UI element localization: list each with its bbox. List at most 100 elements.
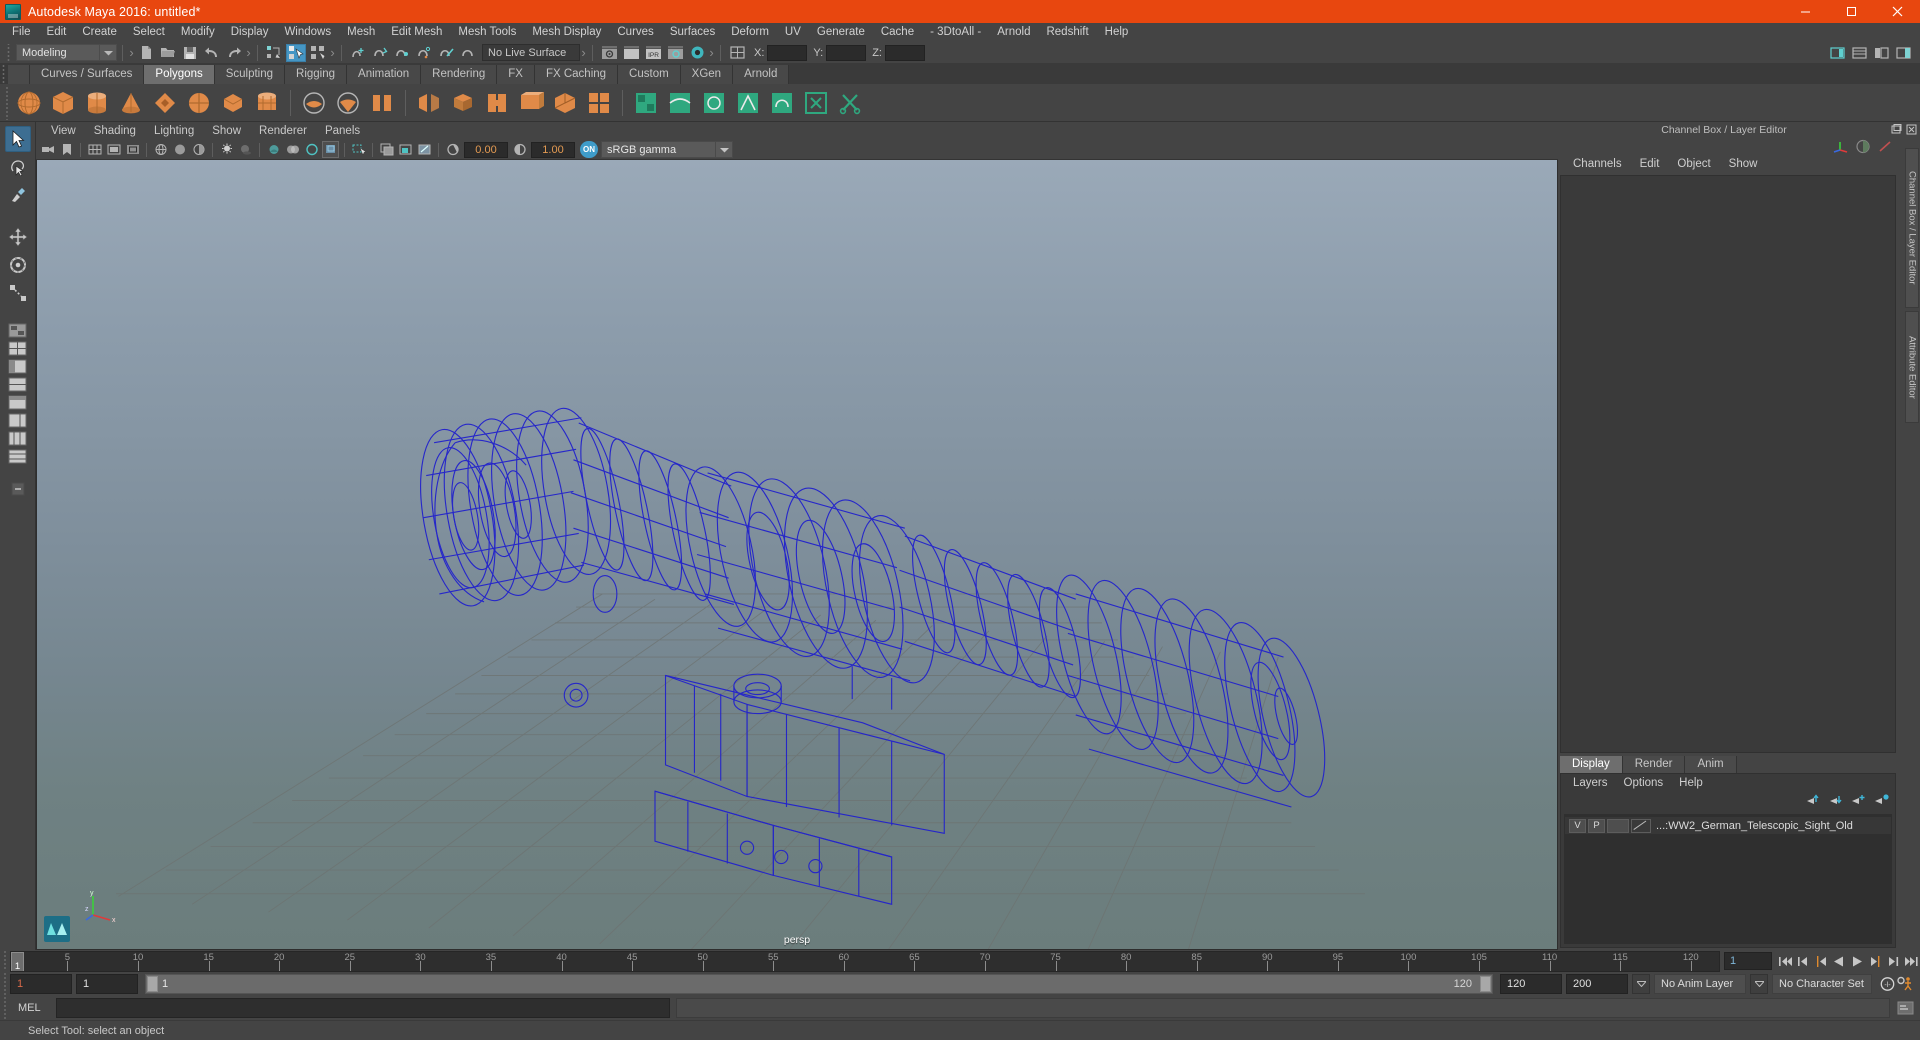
poly-cylinder-icon[interactable] xyxy=(82,87,112,119)
coord-y-field[interactable] xyxy=(826,44,867,61)
close-icon[interactable] xyxy=(1874,0,1920,23)
menu-deform[interactable]: Deform xyxy=(723,23,777,42)
playback-end-field[interactable]: 120 xyxy=(1500,974,1562,994)
layer-visibility-toggle[interactable]: V xyxy=(1569,818,1586,833)
poly-cone-icon[interactable] xyxy=(116,87,146,119)
undock-icon[interactable] xyxy=(1890,124,1903,136)
new-layer-icon[interactable] xyxy=(1851,793,1866,811)
poly-plane-icon[interactable] xyxy=(184,87,214,119)
bookmark-icon[interactable] xyxy=(58,141,75,158)
shelf-tab-polygons[interactable]: Polygons xyxy=(144,65,215,84)
shelf-tab-fx-caching[interactable]: FX Caching xyxy=(534,65,619,84)
shelf-icons-gripper[interactable] xyxy=(2,85,12,120)
redo-icon[interactable] xyxy=(224,44,244,62)
editor-layout-icon[interactable] xyxy=(727,44,747,62)
menu-mesh[interactable]: Mesh xyxy=(339,23,383,42)
command-input-field[interactable] xyxy=(56,998,670,1018)
layer-list[interactable]: V P ...:WW2_German_Telescopic_Sight_Old xyxy=(1564,814,1892,944)
current-frame-field[interactable]: 1 xyxy=(1724,952,1772,970)
shelf-tab-sculpting[interactable]: Sculpting xyxy=(214,65,286,84)
uv-automatic-icon[interactable] xyxy=(733,87,763,119)
character-set-dropdown-arrow[interactable] xyxy=(1750,974,1768,994)
menu-surfaces[interactable]: Surfaces xyxy=(662,23,723,42)
transform-axes-icon[interactable] xyxy=(1831,137,1851,155)
wireframe-icon[interactable] xyxy=(152,141,169,158)
chevron-down-icon[interactable] xyxy=(100,44,117,61)
channel-box-area[interactable] xyxy=(1560,175,1896,753)
new-scene-icon[interactable] xyxy=(136,44,156,62)
poly-disc-icon[interactable] xyxy=(218,87,248,119)
channelbox-menu-channels[interactable]: Channels xyxy=(1564,158,1631,170)
viewport-menu-panels[interactable]: Panels xyxy=(316,122,369,140)
single-perspective-layout-icon[interactable] xyxy=(7,322,29,339)
go-to-end-icon[interactable] xyxy=(1902,952,1920,971)
shelf-gripper[interactable] xyxy=(0,64,8,84)
smooth-shade-all-icon[interactable] xyxy=(171,141,188,158)
shading-sphere-icon[interactable] xyxy=(1853,137,1873,155)
new-layer-from-selected-icon[interactable] xyxy=(1874,793,1889,811)
menu-uv[interactable]: UV xyxy=(777,23,809,42)
minimize-icon[interactable] xyxy=(1782,0,1828,23)
menu-help[interactable]: Help xyxy=(1097,23,1137,42)
step-back-frame-icon[interactable] xyxy=(1812,952,1830,971)
isolate-select-icon[interactable] xyxy=(303,141,320,158)
tab-render[interactable]: Render xyxy=(1622,756,1686,773)
menu-3dtoall[interactable]: - 3DtoAll - xyxy=(922,23,989,42)
poly-combine-icon[interactable] xyxy=(333,87,363,119)
animation-end-field[interactable]: 200 xyxy=(1566,974,1628,994)
channel-box-icon[interactable] xyxy=(1893,44,1913,62)
shelf-tab-animation[interactable]: Animation xyxy=(347,65,422,84)
perspective-viewport[interactable]: y x z persp xyxy=(36,160,1558,950)
shelf-tab-arnold[interactable]: Arnold xyxy=(733,65,790,84)
snap-view-plane-icon[interactable] xyxy=(436,44,456,62)
live-surface-field[interactable]: No Live Surface xyxy=(482,44,580,61)
move-tool-button[interactable] xyxy=(5,224,31,250)
side-tab-channel-box[interactable]: Channel Box / Layer Editor xyxy=(1905,148,1919,308)
viewport-menu-lighting[interactable]: Lighting xyxy=(145,122,203,140)
shelf-tab-menu-icon[interactable] xyxy=(8,65,30,84)
menu-file[interactable]: File xyxy=(4,23,39,42)
poly-cube-icon[interactable] xyxy=(48,87,78,119)
uv-camera-icon[interactable] xyxy=(767,87,797,119)
mel-label[interactable]: MEL xyxy=(10,1002,56,1014)
tab-display[interactable]: Display xyxy=(1560,756,1623,773)
step-back-keyframe-icon[interactable] xyxy=(1794,952,1812,971)
move-layer-down-icon[interactable] xyxy=(1828,793,1843,811)
animation-start-field[interactable]: 1 xyxy=(10,974,72,994)
command-line-gripper[interactable] xyxy=(0,997,10,1019)
pane-toggle-icon[interactable] xyxy=(397,141,414,158)
coord-x-field[interactable] xyxy=(767,44,808,61)
paint-select-tool-button[interactable] xyxy=(5,182,31,208)
viewport-menu-renderer[interactable]: Renderer xyxy=(250,122,316,140)
play-forwards-icon[interactable] xyxy=(1848,952,1866,971)
undo-icon[interactable] xyxy=(202,44,222,62)
persp-uv-layout-icon[interactable] xyxy=(7,412,29,429)
menu-cache[interactable]: Cache xyxy=(873,23,922,42)
range-end-handle[interactable] xyxy=(1480,976,1491,992)
render-current-frame-icon[interactable] xyxy=(621,44,641,62)
shadows-icon[interactable] xyxy=(237,141,254,158)
shelf-tab-custom[interactable]: Custom xyxy=(618,65,681,84)
layer-display-type-toggle[interactable] xyxy=(1607,818,1629,833)
select-camera-icon[interactable] xyxy=(39,141,56,158)
motion-blur-icon[interactable] xyxy=(284,141,301,158)
menu-select[interactable]: Select xyxy=(125,23,173,42)
select-object-icon[interactable] xyxy=(286,43,306,62)
layer-color-swatch-icon[interactable] xyxy=(1631,818,1651,833)
poly-sphere-sculpt-icon[interactable] xyxy=(299,87,329,119)
anim-layer-dropdown-arrow[interactable] xyxy=(1632,974,1650,994)
shelf-tab-curves-surfaces[interactable]: Curves / Surfaces xyxy=(30,65,145,84)
persp-graph-layout-icon[interactable] xyxy=(7,376,29,393)
select-tool-button[interactable] xyxy=(4,126,31,152)
scale-tool-button[interactable] xyxy=(5,280,31,306)
menu-edit[interactable]: Edit xyxy=(39,23,75,42)
poly-sphere-icon[interactable] xyxy=(14,87,44,119)
poly-torus-icon[interactable] xyxy=(150,87,180,119)
layer-row[interactable]: V P ...:WW2_German_Telescopic_Sight_Old xyxy=(1565,817,1891,834)
render-settings-icon[interactable] xyxy=(665,44,685,62)
menu-curves[interactable]: Curves xyxy=(609,23,661,42)
step-forward-frame-icon[interactable] xyxy=(1866,952,1884,971)
chevron-down-icon[interactable] xyxy=(716,141,733,158)
ao-icon[interactable] xyxy=(265,141,282,158)
poly-bevel-icon[interactable] xyxy=(482,87,512,119)
